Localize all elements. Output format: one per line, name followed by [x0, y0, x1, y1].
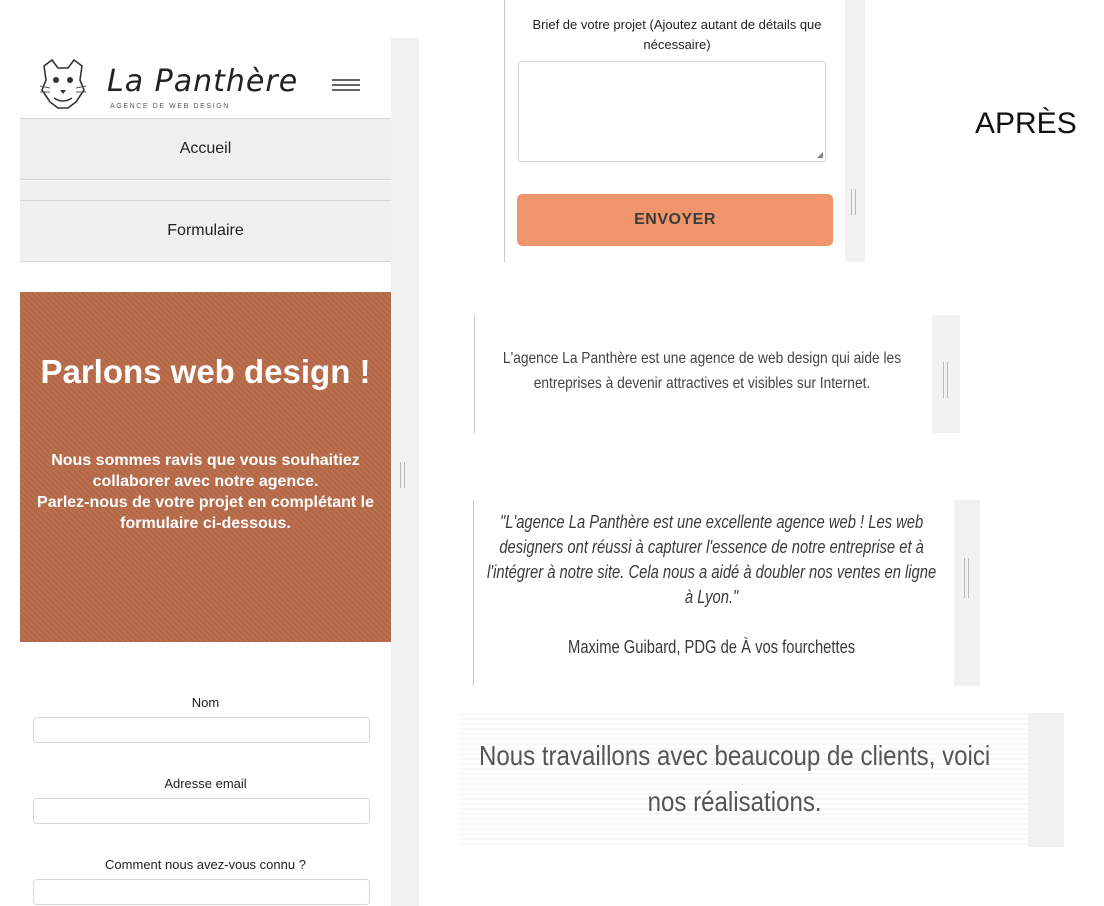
name-label: Nom — [191, 695, 220, 710]
panther-logo-icon — [39, 58, 87, 109]
name-input[interactable] — [33, 717, 370, 743]
scrollbar-grip[interactable] — [964, 558, 969, 598]
nav-spacer — [20, 181, 391, 201]
email-label: Adresse email — [164, 776, 247, 791]
brief-textarea[interactable]: ◢ — [518, 61, 826, 162]
intro-snippet: L'agence La Panthère est une agence de w… — [474, 315, 960, 433]
after-annotation-label: APRÈS — [975, 107, 1077, 140]
resize-handle-icon[interactable]: ◢ — [817, 150, 823, 159]
testimonial-quote: "L'agence La Panthère est une excellente… — [486, 512, 937, 607]
hero-banner: Parlons web design ! Nous sommes ravis q… — [20, 292, 391, 642]
brand-name: La Panthère — [107, 64, 299, 99]
intro-text: L'agence La Panthère est une agence de w… — [502, 350, 902, 392]
clients-heading: Nous travaillons avec beaucoup de client… — [478, 740, 991, 817]
referral-label: Comment nous avez-vous connu ? — [105, 857, 306, 872]
phone-scrollbar[interactable] — [391, 38, 419, 906]
nav-item-accueil[interactable]: Accueil — [20, 118, 391, 180]
hero-title: Parlons web design ! — [40, 353, 371, 390]
brief-label: Brief de votre projet (Ajoutez autant de… — [532, 17, 822, 52]
hero-body-line: Nous sommes ravis que vous souhaitiez co… — [51, 452, 360, 490]
form-scrollbar[interactable] — [845, 0, 865, 262]
clients-scrollbar[interactable] — [1028, 713, 1064, 847]
scrollbar-grip[interactable] — [943, 362, 948, 398]
brand-tagline: AGENCE DE WEB DESIGN — [110, 103, 230, 110]
nav-item-label: Formulaire — [167, 222, 244, 239]
referral-input[interactable] — [33, 879, 370, 905]
brief-form-snippet: Brief de votre projet (Ajoutez autant de… — [504, 0, 865, 262]
site-header: La Panthère AGENCE DE WEB DESIGN — [20, 52, 390, 114]
testimonial-snippet: "L'agence La Panthère est une excellente… — [473, 500, 980, 686]
email-input[interactable] — [33, 798, 370, 824]
nav-item-label: Accueil — [179, 140, 232, 157]
testimonial-author: Maxime Guibard, PDG de À vos fourchettes — [568, 637, 856, 657]
send-button[interactable]: ENVOYER — [517, 194, 833, 246]
hamburger-menu-icon[interactable] — [332, 79, 360, 93]
clients-snippet: Nous travaillons avec beaucoup de client… — [458, 713, 1064, 847]
scrollbar-grip[interactable] — [400, 462, 405, 488]
scrollbar-grip[interactable] — [851, 189, 856, 215]
intro-scrollbar[interactable] — [932, 315, 960, 433]
testimonial-scrollbar[interactable] — [954, 500, 980, 686]
nav-item-formulaire[interactable]: Formulaire — [20, 200, 391, 262]
hero-body-line: Parlez-nous de votre projet en complétan… — [37, 494, 374, 532]
hero-body: Nous sommes ravis que vous souhaitiez co… — [26, 450, 385, 534]
